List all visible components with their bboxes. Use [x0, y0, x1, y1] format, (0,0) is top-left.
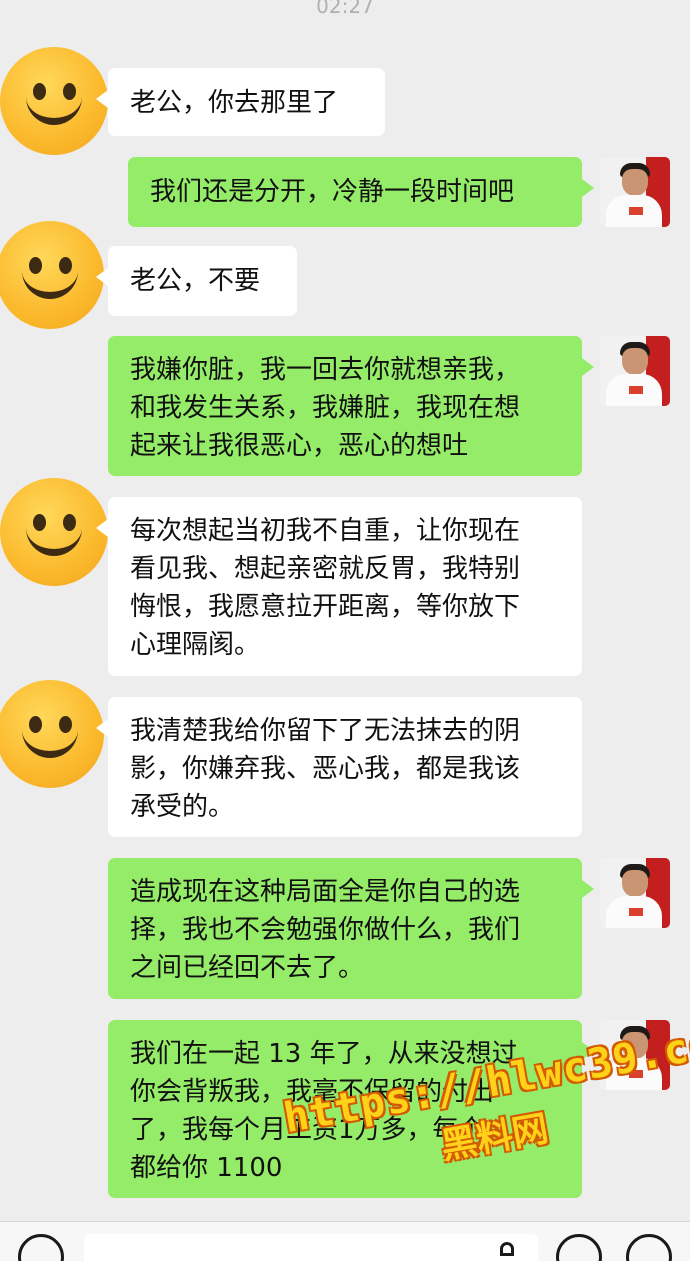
message-bubble-received[interactable]: 我清楚我给你留下了无法抹去的阴 影，你嫌弃我、恶心我，都是我该 承受的。	[96, 697, 582, 837]
message-bubble-sent[interactable]: 造成现在这种局面全是你自己的选 择，我也不会勉强你做什么，我们 之间已经回不去了…	[108, 858, 594, 999]
message-text: 老公，你去那里了	[130, 88, 339, 118]
timestamp: 02:27	[316, 0, 374, 18]
user-photo-avatar[interactable]	[600, 157, 670, 227]
chat-screen: 02:27 老公，你去那里了 我们还是分开，冷静一段时间吧 老公，不要 我嫌你脏…	[0, 0, 690, 1261]
message-line: 影，你嫌弃我、恶心我，都是我该	[130, 754, 521, 784]
message-bubble-sent[interactable]: 我们还是分开，冷静一段时间吧	[128, 157, 594, 227]
message-line: 我清楚我给你留下了无法抹去的阴	[130, 716, 521, 746]
smiley-face-icon[interactable]	[0, 221, 104, 329]
message-line: 每次想起当初我不自重，让你现在	[130, 516, 521, 546]
user-photo-avatar[interactable]	[600, 858, 670, 928]
message-line: 之间已经回不去了。	[130, 953, 365, 983]
message-text: 老公，不要	[130, 266, 261, 296]
message-bubble-received[interactable]: 每次想起当初我不自重，让你现在 看见我、想起亲密就反胃，我特别 悔恨，我愿意拉开…	[96, 497, 582, 676]
plus-icon[interactable]	[626, 1234, 672, 1261]
smiley-face-icon[interactable]	[0, 47, 108, 155]
message-bubble-received[interactable]: 老公，不要	[96, 246, 297, 316]
message-line: 择，我也不会勉强你做什么，我们	[130, 915, 521, 945]
message-bubble-received[interactable]: 老公，你去那里了	[96, 68, 385, 136]
voice-icon[interactable]	[18, 1234, 64, 1261]
input-indicator	[500, 1242, 514, 1256]
message-line: 悔恨，我愿意拉开距离，等你放下	[130, 592, 521, 622]
message-line: 造成现在这种局面全是你自己的选	[130, 877, 521, 907]
input-bar	[0, 1221, 690, 1261]
message-line: 心理隔阂。	[130, 630, 261, 660]
message-line: 起来让我很恶心，恶心的想吐	[130, 431, 469, 461]
message-line: 看见我、想起亲密就反胃，我特别	[130, 554, 521, 584]
message-bubble-sent[interactable]: 我嫌你脏，我一回去你就想亲我， 和我发生关系，我嫌脏，我现在想 起来让我很恶心，…	[108, 336, 594, 476]
message-line: 我嫌你脏，我一回去你就想亲我，	[130, 355, 521, 385]
message-line: 和我发生关系，我嫌脏，我现在想	[130, 393, 521, 423]
message-line: 承受的。	[130, 792, 235, 822]
user-photo-avatar[interactable]	[600, 336, 670, 406]
smiley-face-icon[interactable]	[0, 478, 108, 586]
message-text: 我们还是分开，冷静一段时间吧	[150, 177, 515, 207]
message-input[interactable]	[84, 1234, 538, 1261]
smiley-face-icon[interactable]	[0, 680, 104, 788]
emoji-icon[interactable]	[556, 1234, 602, 1261]
